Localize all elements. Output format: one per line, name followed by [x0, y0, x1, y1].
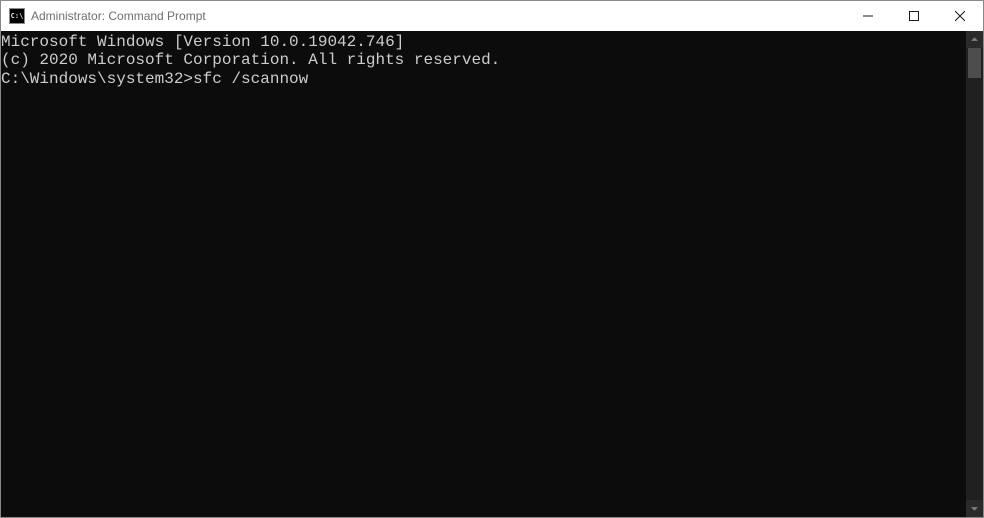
chevron-up-icon	[971, 36, 978, 43]
scroll-up-button[interactable]	[966, 31, 983, 48]
close-button[interactable]	[937, 1, 983, 31]
titlebar[interactable]: C:\ Administrator: Command Prompt	[1, 1, 983, 31]
scrollbar-thumb[interactable]	[968, 48, 981, 78]
terminal-output[interactable]: Microsoft Windows [Version 10.0.19042.74…	[1, 31, 966, 517]
maximize-icon	[909, 11, 919, 21]
maximize-button[interactable]	[891, 1, 937, 31]
cmd-icon-text: C:\	[11, 13, 24, 20]
terminal-command-input[interactable]: sfc /scannow	[193, 70, 308, 88]
chevron-down-icon	[971, 505, 978, 512]
terminal-line: Microsoft Windows [Version 10.0.19042.74…	[1, 33, 966, 51]
minimize-button[interactable]	[845, 1, 891, 31]
close-icon	[955, 11, 965, 21]
terminal-line: (c) 2020 Microsoft Corporation. All righ…	[1, 51, 966, 69]
window-title: Administrator: Command Prompt	[31, 9, 845, 23]
vertical-scrollbar[interactable]	[966, 31, 983, 517]
minimize-icon	[863, 11, 873, 21]
cmd-icon: C:\	[9, 8, 25, 24]
terminal-prompt: C:\Windows\system32>	[1, 70, 193, 88]
scroll-down-button[interactable]	[966, 500, 983, 517]
command-prompt-window: C:\ Administrator: Command Prompt Micros…	[0, 0, 984, 518]
terminal-container: Microsoft Windows [Version 10.0.19042.74…	[1, 31, 983, 517]
terminal-prompt-line: C:\Windows\system32>sfc /scannow	[1, 70, 966, 88]
window-controls	[845, 1, 983, 31]
